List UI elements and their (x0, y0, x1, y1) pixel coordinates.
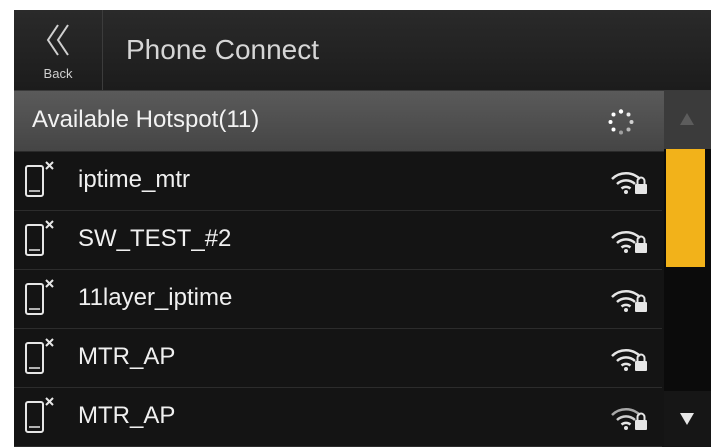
hotspot-name: MTR_AP (78, 343, 176, 370)
back-button[interactable]: Back (14, 10, 103, 90)
hotspot-name: MTR_AP (78, 402, 176, 429)
phone-disconnected-icon (24, 337, 58, 382)
phone-disconnected-icon (24, 396, 58, 441)
hotspot-row[interactable]: MTR_AP (14, 388, 662, 447)
double-chevron-left-icon (42, 22, 74, 63)
hotspot-row[interactable]: SW_TEST_#2 (14, 211, 662, 270)
scroll-thumb[interactable] (666, 149, 705, 267)
phone-connect-screen: Back Phone Connect Available Hotspot(11) (14, 10, 711, 447)
wifi-lock-icon (610, 405, 650, 436)
hotspot-row[interactable]: iptime_mtr (14, 152, 662, 211)
phone-disconnected-icon (24, 278, 58, 323)
hotspot-name: 11layer_iptime (78, 284, 233, 311)
list-scrollbar[interactable] (664, 91, 711, 447)
wifi-lock-icon (610, 228, 650, 259)
scroll-down-button[interactable] (664, 391, 711, 447)
section-title: Available Hotspot(11) (32, 106, 260, 133)
wifi-lock-icon (610, 287, 650, 318)
available-hotspot-header: Available Hotspot(11) (14, 91, 711, 152)
hotspot-row[interactable]: MTR_AP (14, 329, 662, 388)
header-bar: Back Phone Connect (14, 10, 711, 91)
loading-spinner-icon (608, 109, 634, 140)
scroll-track[interactable] (664, 149, 711, 391)
wifi-lock-icon (610, 169, 650, 200)
hotspot-row[interactable]: 11layer_iptime (14, 270, 662, 329)
scroll-up-button[interactable] (664, 91, 711, 149)
wifi-lock-icon (610, 346, 650, 377)
hotspot-name: iptime_mtr (78, 166, 191, 193)
hotspot-list: iptime_mtr SW_TEST_#2 11layer_iptime MTR… (14, 152, 662, 447)
phone-disconnected-icon (24, 160, 58, 205)
page-title: Phone Connect (126, 34, 320, 65)
hotspot-name: SW_TEST_#2 (78, 225, 232, 252)
back-label: Back (43, 66, 73, 81)
phone-disconnected-icon (24, 219, 58, 264)
